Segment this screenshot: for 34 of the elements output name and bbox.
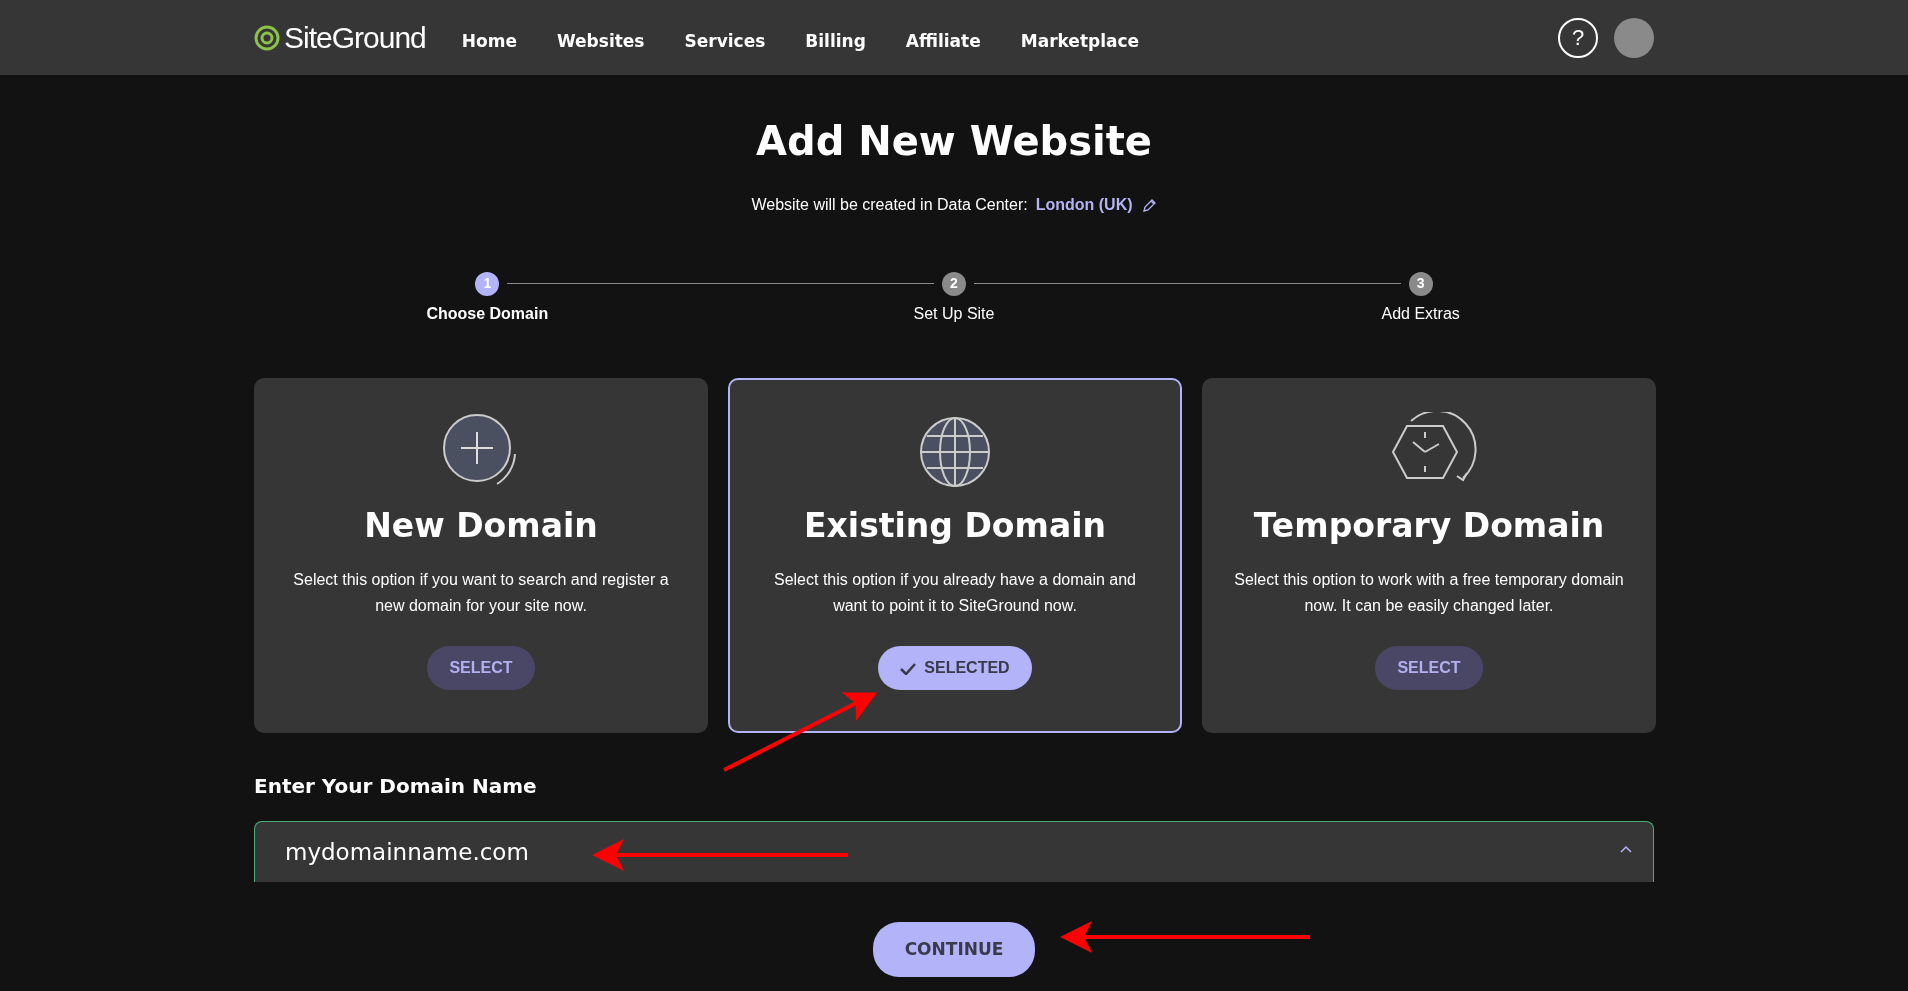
step-number: 2 — [942, 271, 966, 296]
page-title: Add New Website — [755, 117, 1153, 165]
continue-button[interactable]: CONTINUE — [872, 921, 1036, 977]
option-description: Select this option if you already have a domain and want to point it to SiteGround now. — [773, 570, 1137, 616]
option-title: New Domain — [363, 505, 599, 546]
data-center-text: Website will be created in Data Center: — [751, 195, 1028, 215]
data-center-link[interactable]: London (UK) — [1035, 193, 1133, 217]
nav-link[interactable]: Services — [664, 28, 786, 55]
option-card[interactable]: Temporary Domain Select this option to work with a free temporary domain now. It can be easily changed later. SELECT — [1202, 377, 1656, 733]
option-description: Select this option to work with a free temporary domain now. It can be easily changed later. — [1234, 570, 1624, 616]
step-number: 3 — [1408, 271, 1433, 296]
nav-link[interactable]: Billing — [785, 28, 886, 55]
help-button[interactable]: ? — [1558, 17, 1598, 58]
step-label: Set Up Site — [913, 303, 995, 324]
chevron-up-icon[interactable] — [1620, 844, 1632, 853]
option-card[interactable]: New Domain Select this option if you want to search and register a new domain for your site now. SELECT — [254, 377, 708, 733]
nav-link[interactable]: Websites — [536, 28, 665, 55]
step-label: Add Extras — [1381, 303, 1460, 324]
option-description: Select this option if you want to search and register a new domain for your site now. — [292, 570, 670, 616]
nav-link[interactable]: Affiliate — [885, 28, 1001, 55]
nav-link[interactable]: Marketplace — [1000, 28, 1160, 55]
option-title: Existing Domain — [803, 505, 1107, 546]
step-number: 1 — [475, 271, 500, 296]
domain-input[interactable]: mydomainname.com — [254, 820, 1654, 882]
option-card[interactable]: Existing Domain Select this option if you already have a domain and want to point it to SiteGround now. SELECTED — [728, 377, 1182, 733]
select-button[interactable]: SELECTED — [878, 646, 1032, 691]
nav-link[interactable]: Home — [441, 28, 537, 55]
select-button[interactable]: SELECT — [427, 646, 535, 691]
logo-text[interactable]: SiteGround — [284, 15, 426, 60]
step-label: Choose Domain — [426, 303, 549, 324]
select-button[interactable]: SELECT — [1375, 646, 1483, 691]
option-title: Temporary Domain — [1252, 505, 1606, 546]
avatar[interactable] — [1614, 17, 1654, 58]
domain-label: Enter Your Domain Name — [254, 772, 538, 800]
